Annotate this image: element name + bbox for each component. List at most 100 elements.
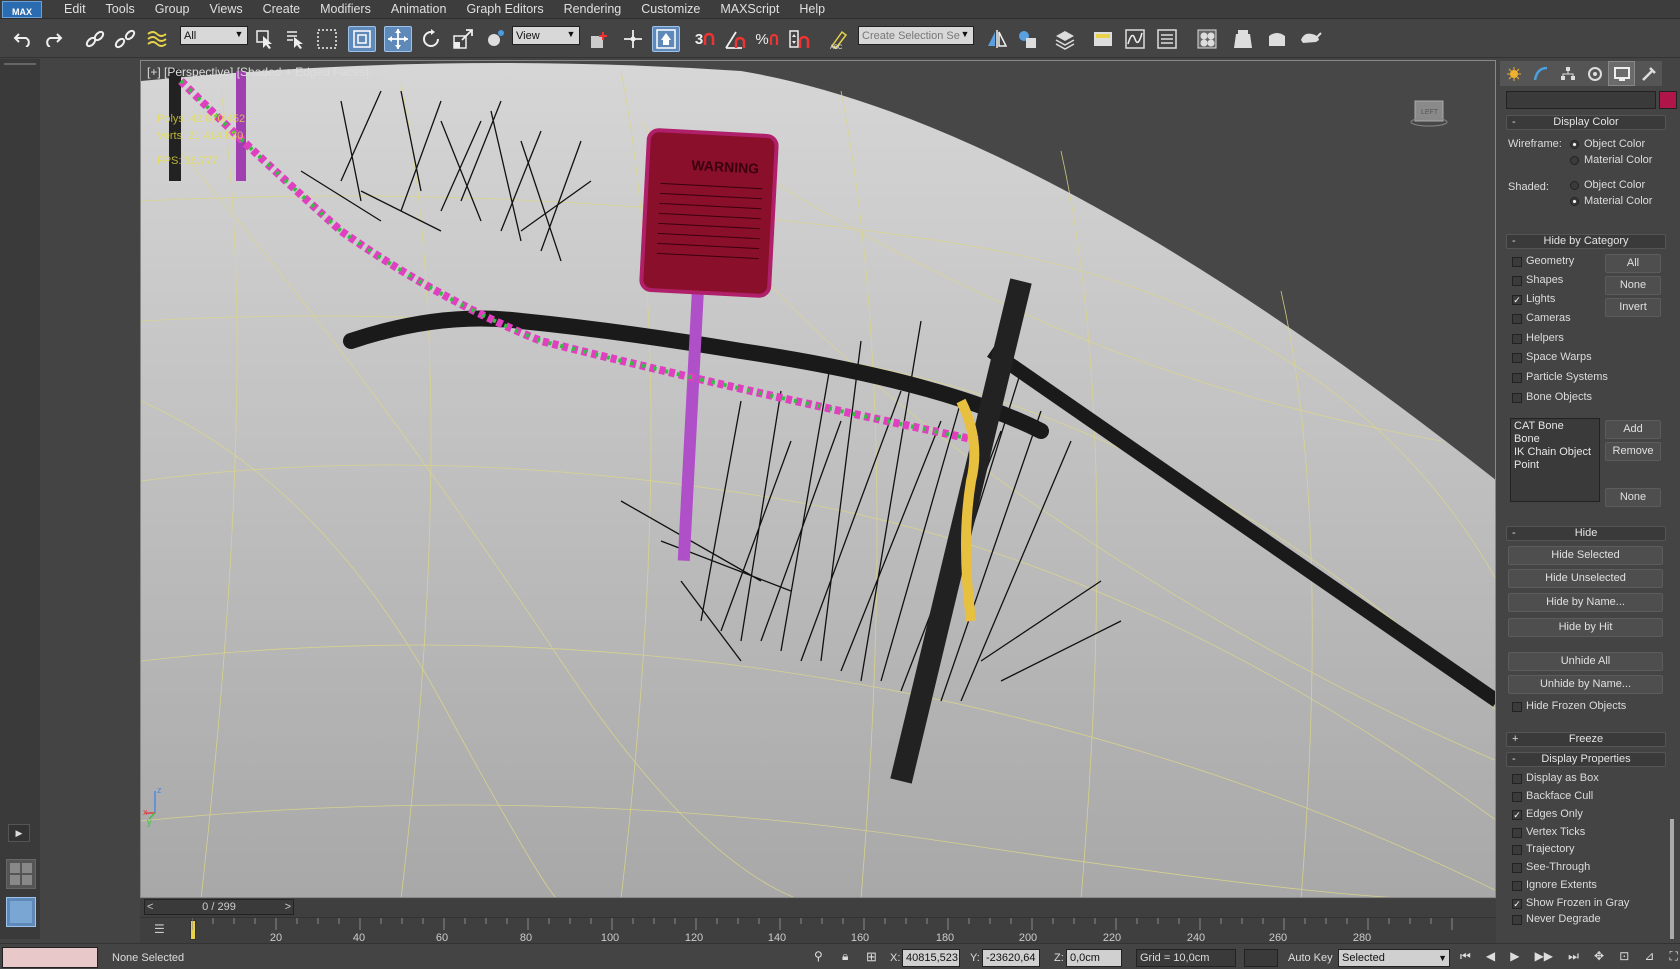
hide-cameras-checkbox[interactable] bbox=[1512, 314, 1522, 324]
unhide-all-button[interactable]: Unhide All bbox=[1508, 652, 1663, 671]
list-remove-button[interactable]: Remove bbox=[1605, 442, 1661, 461]
snap-icon[interactable]: 3 bbox=[692, 26, 718, 52]
menu-edit[interactable]: Edit bbox=[54, 0, 96, 19]
hide-by-category-header[interactable]: - Hide by Category bbox=[1506, 234, 1666, 249]
utilities-tab-icon[interactable] bbox=[1635, 61, 1662, 86]
menu-rendering[interactable]: Rendering bbox=[554, 0, 632, 19]
display-color-header[interactable]: - Display Color bbox=[1506, 115, 1666, 130]
list-item[interactable]: IK Chain Object bbox=[1514, 446, 1596, 459]
time-next-button[interactable]: > bbox=[285, 900, 291, 914]
backface-cull-checkbox[interactable] bbox=[1512, 792, 1522, 802]
selection-lock-icon[interactable]: 🔒︎ bbox=[842, 949, 856, 965]
maxscript-listener[interactable] bbox=[2, 947, 98, 968]
go-to-end-icon[interactable]: ⏭ bbox=[1568, 949, 1579, 967]
show-frozen-in-gray-checkbox[interactable]: ✓ bbox=[1512, 899, 1522, 909]
field-of-view-icon[interactable]: ⊿ bbox=[1644, 949, 1654, 967]
next-frame-icon[interactable]: ▶︎▶︎ bbox=[1535, 949, 1553, 967]
hide-particle-systems-checkbox[interactable] bbox=[1512, 373, 1522, 383]
redo-icon[interactable] bbox=[40, 26, 66, 52]
bone-type-list[interactable]: CAT Bone Bone IK Chain Object Point bbox=[1510, 418, 1600, 502]
percent-snap-icon[interactable]: % bbox=[754, 26, 780, 52]
menu-graph-editors[interactable]: Graph Editors bbox=[456, 0, 553, 19]
hide-by-hit-button[interactable]: Hide by Hit bbox=[1508, 618, 1663, 637]
render-icon[interactable] bbox=[1296, 26, 1324, 52]
hide-header[interactable]: - Hide bbox=[1506, 526, 1666, 541]
unlink-icon[interactable] bbox=[112, 26, 138, 52]
hide-frozen-objects-checkbox[interactable] bbox=[1512, 702, 1522, 712]
select-by-name-icon[interactable] bbox=[282, 26, 308, 52]
trajectory-checkbox[interactable] bbox=[1512, 845, 1522, 855]
perspective-viewport[interactable]: WARNING z x y [+] [Perspective] [Shaded … bbox=[140, 60, 1496, 898]
display-properties-header[interactable]: - Display Properties bbox=[1506, 752, 1666, 767]
category-all-button[interactable]: All bbox=[1605, 254, 1661, 273]
display-tab-icon[interactable] bbox=[1608, 61, 1635, 86]
reference-coord-dropdown[interactable]: View ▼ bbox=[512, 26, 580, 45]
shaded-material-color-radio[interactable] bbox=[1570, 197, 1579, 206]
viewport-label[interactable]: [+] [Perspective] [Shaded + Edged Faces] bbox=[147, 65, 369, 79]
material-editor-icon[interactable] bbox=[1194, 26, 1220, 52]
display-as-box-checkbox[interactable] bbox=[1512, 774, 1522, 784]
align-icon[interactable] bbox=[1014, 26, 1040, 52]
list-item[interactable]: Point bbox=[1514, 459, 1596, 472]
panel-scrollbar[interactable] bbox=[1670, 819, 1674, 939]
hide-by-name-button[interactable]: Hide by Name... bbox=[1508, 593, 1663, 612]
menu-tools[interactable]: Tools bbox=[96, 0, 145, 19]
hide-shapes-checkbox[interactable] bbox=[1512, 276, 1522, 286]
curve-editor-icon[interactable] bbox=[1122, 26, 1148, 52]
menu-group[interactable]: Group bbox=[145, 0, 200, 19]
angle-snap-icon[interactable] bbox=[722, 26, 748, 52]
previous-frame-icon[interactable]: ◀︎ bbox=[1486, 949, 1495, 967]
layout-single-icon[interactable] bbox=[6, 897, 36, 927]
place-icon[interactable] bbox=[482, 26, 508, 52]
edges-only-checkbox[interactable]: ✓ bbox=[1512, 810, 1522, 820]
menu-modifiers[interactable]: Modifiers bbox=[310, 0, 381, 19]
ribbon-icon[interactable] bbox=[1090, 26, 1116, 52]
render-setup-icon[interactable] bbox=[1230, 26, 1256, 52]
viewcube[interactable]: LEFT bbox=[1409, 97, 1449, 127]
expand-layout-icon[interactable]: ▶ bbox=[8, 824, 30, 842]
layer-manager-icon[interactable] bbox=[1052, 26, 1078, 52]
hide-selected-button[interactable]: Hide Selected bbox=[1508, 546, 1663, 565]
time-tag-field[interactable] bbox=[1244, 949, 1278, 967]
layout-quad-icon[interactable] bbox=[6, 859, 36, 889]
go-to-start-icon[interactable]: ⏮ bbox=[1460, 949, 1471, 967]
wireframe-material-color-radio[interactable] bbox=[1570, 156, 1579, 165]
menu-create[interactable]: Create bbox=[253, 0, 311, 19]
named-selection-dropdown[interactable]: Create Selection Se ▼ bbox=[858, 26, 974, 45]
auto-key-button[interactable]: Auto Key bbox=[1288, 952, 1333, 964]
y-coordinate-field[interactable]: -23620,64 bbox=[982, 949, 1040, 967]
app-menu-button[interactable]: MAX bbox=[2, 0, 42, 18]
manipulate-icon[interactable] bbox=[620, 26, 646, 52]
category-invert-button[interactable]: Invert bbox=[1605, 298, 1661, 317]
undo-icon[interactable] bbox=[10, 26, 36, 52]
category-none-button[interactable]: None bbox=[1605, 276, 1661, 295]
hide-space-warps-checkbox[interactable] bbox=[1512, 353, 1522, 363]
rendered-frame-icon[interactable] bbox=[1264, 26, 1290, 52]
absolute-mode-icon[interactable]: ⊞ bbox=[866, 949, 882, 965]
hierarchy-tab-icon[interactable] bbox=[1554, 61, 1581, 86]
unhide-by-name-button[interactable]: Unhide by Name... bbox=[1508, 675, 1663, 694]
zoom-extents-icon[interactable]: ⊡ bbox=[1619, 949, 1629, 967]
play-icon[interactable]: ▶︎ bbox=[1510, 949, 1519, 967]
menu-animation[interactable]: Animation bbox=[381, 0, 457, 19]
menu-views[interactable]: Views bbox=[199, 0, 252, 19]
time-slider[interactable]: < 0 / 299 > bbox=[144, 899, 294, 915]
never-degrade-checkbox[interactable] bbox=[1512, 915, 1522, 925]
scale-icon[interactable] bbox=[450, 26, 476, 52]
menu-customize[interactable]: Customize bbox=[631, 0, 710, 19]
track-bar[interactable]: ☰ 20 40 60 80 100 120 140 160 180 200 22… bbox=[140, 917, 1496, 944]
selection-filter-dropdown[interactable]: All ▼ bbox=[180, 26, 248, 45]
list-add-button[interactable]: Add bbox=[1605, 420, 1661, 439]
hide-unselected-button[interactable]: Hide Unselected bbox=[1508, 569, 1663, 588]
isolate-selection-icon[interactable]: ⚲ bbox=[814, 949, 828, 965]
hide-helpers-checkbox[interactable] bbox=[1512, 334, 1522, 344]
ignore-extents-checkbox[interactable] bbox=[1512, 881, 1522, 891]
track-bar-menu-icon[interactable]: ☰ bbox=[154, 922, 172, 938]
select-object-icon[interactable] bbox=[252, 26, 278, 52]
hide-geometry-checkbox[interactable] bbox=[1512, 257, 1522, 267]
hide-lights-checkbox[interactable]: ✓ bbox=[1512, 295, 1522, 305]
list-none-button[interactable]: None bbox=[1605, 488, 1661, 507]
shaded-object-color-radio[interactable] bbox=[1570, 181, 1579, 190]
schematic-view-icon[interactable] bbox=[1154, 26, 1180, 52]
spinner-snap-icon[interactable] bbox=[786, 26, 812, 52]
